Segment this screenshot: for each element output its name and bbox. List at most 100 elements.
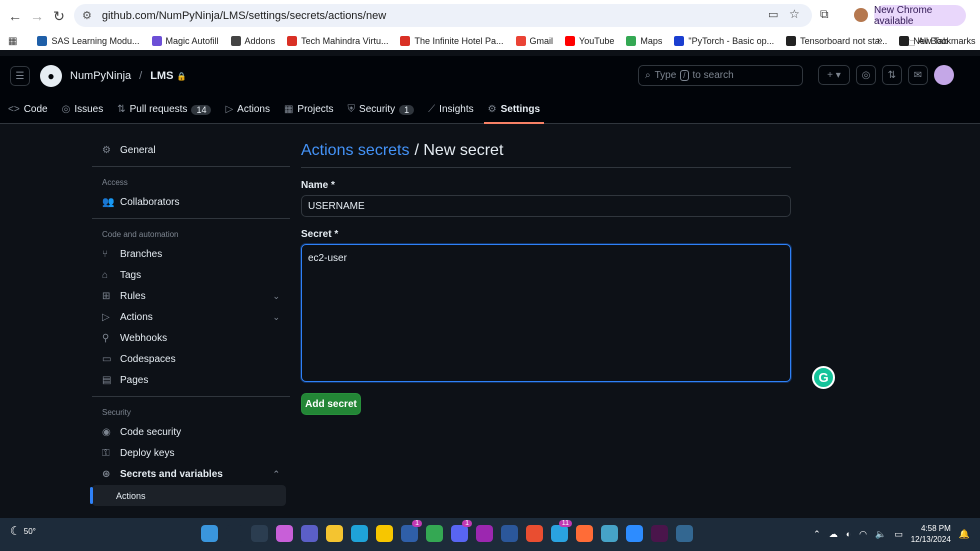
edge-icon[interactable] [351,525,368,542]
sidebar-group-code-automation: Code and automation [102,229,179,239]
clock[interactable]: 4:58 PM 12/13/2024 [911,523,951,545]
zoom-icon[interactable] [626,525,643,542]
sidebar-subitem-actions[interactable]: Actions [90,485,286,506]
bookmark-item[interactable]: SAS Learning Modu... [37,36,140,46]
sidebar-item-label: Pages [120,375,149,386]
tab-projects[interactable]: ▦ Projects [284,96,334,124]
notification-bell-icon[interactable]: 🔔 [959,529,970,540]
postgres-icon[interactable] [676,525,693,542]
bookmark-item[interactable]: "PyTorch - Basic op... [674,36,774,46]
bookmarks-overflow-icon[interactable]: » [877,35,883,46]
url-text: github.com/NumPyNinja/LMS/settings/secre… [101,9,387,22]
name-input[interactable]: USERNAME [301,195,791,217]
discord-icon[interactable]: 1 [451,520,472,542]
sidebar-item-deploy-keys[interactable]: ⚿ Deploy keys [92,443,290,464]
grammarly-icon[interactable]: G [812,366,835,389]
bookmark-star-icon[interactable]: ☆ [789,7,800,21]
all-bookmarks-button[interactable]: 🗀 All Bookmarks [906,36,976,50]
chrome-icon[interactable] [426,525,443,542]
github-logo-icon[interactable]: ● [40,65,62,87]
sidebar-item-branches[interactable]: ⑂ Branches [92,244,290,265]
profile-avatar[interactable] [854,8,868,22]
search-icon[interactable] [226,525,243,542]
back-arrow-icon[interactable]: ← [4,5,26,27]
slack-icon[interactable] [651,525,668,542]
pull-requests-icon[interactable]: ⇅ [882,65,902,85]
sidebar-item-webhooks[interactable]: ⚲ Webhooks [92,328,290,349]
word-icon[interactable] [501,525,518,542]
task-view-icon[interactable] [251,525,268,542]
sidebar-item-general[interactable]: ⚙ General [92,140,290,161]
sidebar-item-rules[interactable]: ⊞ Rules ⌄ [92,286,290,307]
onedrive-icon[interactable]: ☁ [829,529,838,540]
sidebar-item-pages[interactable]: ▤ Pages [92,370,290,391]
sidebar-item-codespaces[interactable]: ▭ Codespaces [92,349,290,370]
tab-settings[interactable]: ⚙ Settings [483,96,545,124]
copilot-icon[interactable] [276,525,293,542]
tab-security[interactable]: ⛨ Security 1 [348,96,415,124]
actions-secrets-link[interactable]: Actions secrets [301,142,409,160]
tab-issues[interactable]: ◎ Issues [62,96,104,124]
tab-insights[interactable]: ⟋ Insights [428,96,473,124]
chevron-up-icon[interactable]: ⌃ [813,529,821,540]
tab-code[interactable]: <> Code [8,96,48,124]
windows-start-icon[interactable] [201,525,218,542]
tab-actions[interactable]: ▷ Actions [225,96,270,124]
teams-icon[interactable] [301,525,318,542]
telegram-icon[interactable]: 11 [551,520,572,542]
inbox-icon[interactable]: ✉ [908,65,928,85]
wifi-icon[interactable]: ◠ [859,529,867,540]
bookmark-favicon-icon [37,36,48,46]
bookmark-favicon-icon [565,36,576,46]
app-l-icon[interactable]: 1 [401,520,422,542]
volume-icon[interactable]: 🔈 [875,529,886,540]
update-chrome-button[interactable]: New Chrome available [874,5,966,27]
bookmark-item[interactable]: YouTube [565,36,614,46]
search-icon: ⌕ [645,70,651,81]
battery-icon[interactable]: ▭ [894,529,903,540]
sidebar-item-secrets-and-variables[interactable]: ⊛ Secrets and variables ⌃ [92,464,290,485]
site-info-icon[interactable]: ⚙ [82,9,92,22]
sidebar-item-tags[interactable]: ⌂ Tags [92,265,290,286]
sidebar-item-actions[interactable]: ▷ Actions ⌄ [92,307,290,328]
tab-pull-requests[interactable]: ⇅ Pull requests 14 [117,96,212,124]
forward-arrow-icon[interactable]: → [26,5,48,27]
norton-icon[interactable] [376,525,393,542]
bookmark-item[interactable]: The Infinite Hotel Pa... [400,36,504,46]
cast-icon[interactable]: ▭ [768,8,778,21]
bookmark-item[interactable]: Magic Autofill [151,36,219,46]
add-secret-button[interactable]: Add secret [301,393,361,415]
repo-link[interactable]: LMS [150,70,173,82]
sidebar-item-code-security[interactable]: ◉ Code security [92,422,290,443]
sidebar-item-collaborators[interactable]: 👥 Collaborators [92,192,290,213]
weather-widget[interactable]: ☾ 50° [10,524,36,538]
search-input[interactable]: ⌕ Type / to search [638,65,803,86]
bookmark-label: "PyTorch - Basic op... [688,36,775,46]
git-icon[interactable] [526,525,543,542]
address-bar[interactable]: ⚙ github.com/NumPyNinja/LMS/settings/sec… [74,4,812,27]
file-explorer-icon[interactable] [326,525,343,542]
bookmark-item[interactable]: Gmail [515,36,553,46]
graph-icon: ⟋ [428,104,436,115]
apps-grid-icon[interactable]: ▦ [8,36,17,47]
user-avatar[interactable] [934,65,954,85]
secret-textarea[interactable]: ec2-user [301,244,791,382]
reload-icon[interactable]: ↻ [48,5,70,27]
bookmark-item[interactable]: Maps [626,36,662,46]
new-secret-form: Actions secrets / New secret Name * USER… [301,138,791,415]
intellij-icon[interactable] [476,525,493,542]
postman-icon[interactable] [576,525,593,542]
active-indicator [90,487,93,504]
app-tray-icon[interactable]: ◐ [846,529,851,539]
bookmark-item[interactable]: Addons [230,36,275,46]
app-globe-icon[interactable] [601,525,618,542]
tab-label: Settings [500,104,541,115]
bookmark-favicon-icon [626,36,637,46]
issues-icon[interactable]: ◎ [856,65,876,85]
bookmark-item[interactable]: Tech Mahindra Virtu... [287,36,388,46]
hamburger-menu-icon[interactable]: ☰ [10,66,30,86]
org-link[interactable]: NumPyNinja [70,70,131,82]
create-new-button[interactable]: + ▾ [818,65,850,85]
extensions-icon[interactable]: ⧉ [820,7,829,22]
bookmark-item[interactable]: Tensorboard not sta... [786,36,887,46]
